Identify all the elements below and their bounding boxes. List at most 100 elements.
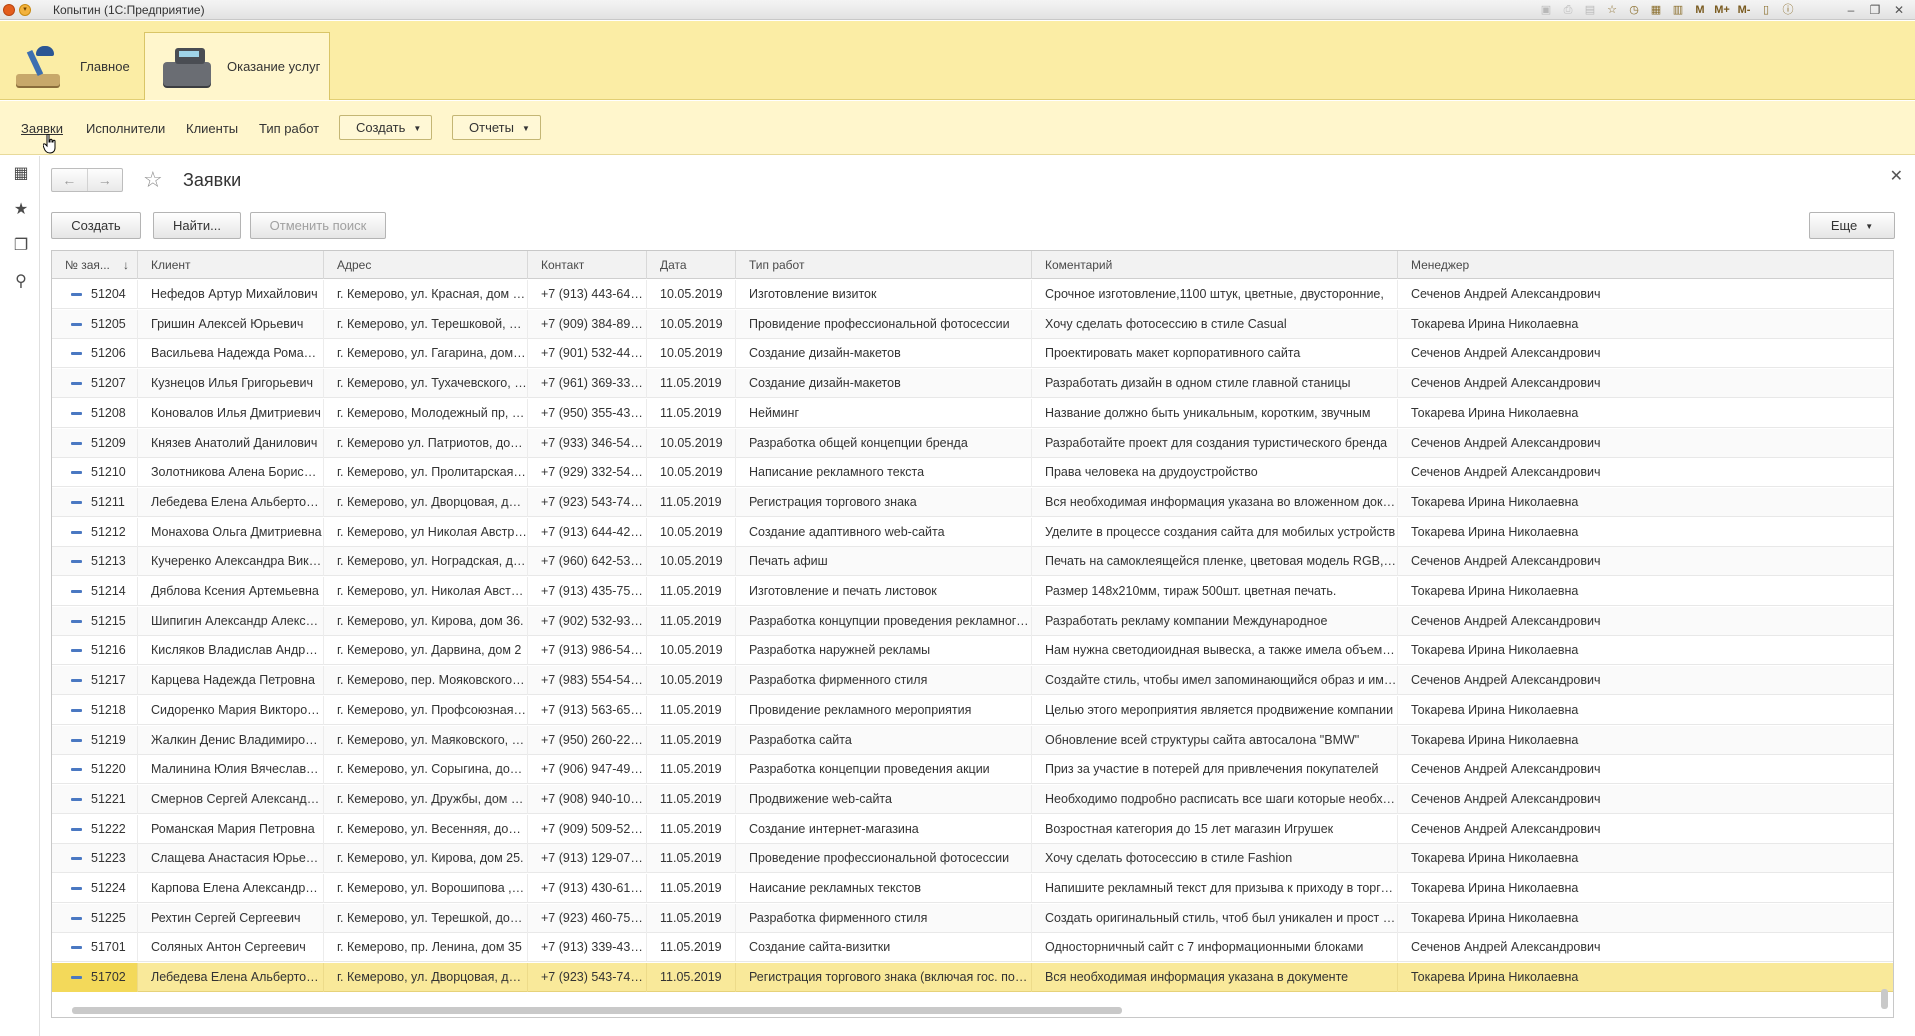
client-cell[interactable]: Васильева Надежда Романовна — [138, 339, 324, 369]
client-cell[interactable]: Малинина Юлия Вячеславовна — [138, 755, 324, 785]
table-row[interactable]: 51702 Лебедева Елена Альбертовна г. Кемеро… — [52, 963, 1893, 993]
app-logo-icon[interactable] — [3, 3, 15, 16]
contact-cell[interactable]: +7 (909) 384-89-30 — [528, 309, 647, 339]
client-cell[interactable]: Монахова Ольга Дмитриевна — [138, 517, 324, 547]
date-cell[interactable]: 10.05.2019 — [647, 280, 736, 309]
address-cell[interactable]: г. Кемерово, Молодежный пр, до... — [324, 398, 528, 428]
contact-cell[interactable]: +7 (933) 346-54-00 — [528, 428, 647, 458]
manager-cell[interactable]: Токарева Ирина Николаевна — [1398, 399, 1893, 428]
history-icon[interactable]: ◷ — [1625, 2, 1643, 18]
client-cell[interactable]: Лебедева Елена Альбертовна — [138, 963, 324, 993]
date-cell[interactable]: 11.05.2019 — [647, 844, 736, 874]
comment-cell[interactable]: Нам нужна светодиоидная вывеска, а также… — [1032, 636, 1398, 666]
address-cell[interactable]: г. Кемерово, пр. Ленина, дом 35 — [324, 933, 528, 963]
manager-cell[interactable]: Сеченов Андрей Александрович — [1398, 785, 1893, 814]
address-cell[interactable]: г. Кемерово, ул. Тухачевского, до... — [324, 369, 528, 399]
create-dropdown[interactable]: Создать ▼ — [339, 115, 433, 140]
contact-cell[interactable]: +7 (913) 129-07-95 — [528, 844, 647, 874]
contact-cell[interactable]: +7 (923) 543-74-99 — [528, 963, 647, 993]
manager-cell[interactable]: Токарева Ирина Николаевна — [1398, 577, 1893, 606]
date-cell[interactable]: 10.05.2019 — [647, 666, 736, 696]
header-col-address[interactable]: Адрес — [324, 251, 528, 279]
comment-cell[interactable]: Разработать рекламу компании Международн… — [1032, 606, 1398, 636]
vertical-scroll-thumb[interactable] — [1881, 989, 1888, 1009]
number-cell[interactable]: 51219 — [52, 725, 138, 755]
client-cell[interactable]: Нефедов Артур Михайлович — [138, 280, 324, 309]
number-cell[interactable]: 51211 — [52, 487, 138, 517]
client-cell[interactable]: Шипигин Александр Александ... — [138, 606, 324, 636]
date-cell[interactable]: 10.05.2019 — [647, 309, 736, 339]
number-cell[interactable]: 51225 — [52, 903, 138, 933]
address-cell[interactable]: г. Кемерово, ул. Кирова, дом 36. — [324, 606, 528, 636]
table-row[interactable]: 51224 Карпова Елена Александровна г. Кемер… — [52, 874, 1893, 903]
date-cell[interactable]: 10.05.2019 — [647, 458, 736, 488]
client-cell[interactable]: Жалкин Денис Владимирович — [138, 725, 324, 755]
number-cell[interactable]: 51216 — [52, 636, 138, 666]
work-type-cell[interactable]: Регистрация торгового знака — [736, 487, 1032, 517]
comment-cell[interactable]: Хочу сделать фотосессию в стиле Casual — [1032, 309, 1398, 339]
date-cell[interactable]: 11.05.2019 — [647, 725, 736, 755]
address-cell[interactable]: г. Кемерово, ул. Красная, дом 4/1. — [324, 280, 528, 309]
address-cell[interactable]: г. Кемерово, ул. Николая Австров... — [324, 577, 528, 606]
save-icon[interactable]: ▣ — [1537, 2, 1555, 18]
address-cell[interactable]: г. Кемерово, пер. Мояковского, д... — [324, 666, 528, 696]
address-cell[interactable]: г. Кемерово, ул. Дворцовая, дом 2. — [324, 963, 528, 993]
requests-table[interactable]: № зая... ↓ Клиент Адрес Контакт Дата Тип работ… — [51, 250, 1894, 1018]
forward-arrow-icon[interactable]: → — [86, 169, 123, 191]
table-row[interactable]: 51213 Кучеренко Александра Викто... г. Кем… — [52, 547, 1893, 577]
work-type-cell[interactable]: Изготовление и печать листовок — [736, 577, 1032, 606]
header-col-client[interactable]: Клиент — [138, 251, 324, 279]
create-button[interactable]: Создать — [51, 212, 141, 239]
date-cell[interactable]: 11.05.2019 — [647, 814, 736, 844]
date-cell[interactable]: 11.05.2019 — [647, 963, 736, 993]
work-type-cell[interactable]: Разработка концупции проведения рекламно… — [736, 606, 1032, 636]
client-cell[interactable]: Рехтин Сергей Сергеевич — [138, 903, 324, 933]
comment-cell[interactable]: Разработать дизайн в одном стиле главной… — [1032, 369, 1398, 399]
comment-cell[interactable]: Напишите рекламный текст для призыва к п… — [1032, 874, 1398, 903]
date-cell[interactable]: 11.05.2019 — [647, 874, 736, 903]
work-type-cell[interactable]: Разработка фирменного стиля — [736, 903, 1032, 933]
manager-cell[interactable]: Сеченов Андрей Александрович — [1398, 666, 1893, 695]
table-row[interactable]: 51209 Князев Анатолий Данилович г. Кемеров… — [52, 428, 1893, 458]
date-cell[interactable]: 11.05.2019 — [647, 784, 736, 814]
address-cell[interactable]: г. Кемерово, ул Николая Австров... — [324, 517, 528, 547]
manager-cell[interactable]: Сеченов Андрей Александрович — [1398, 933, 1893, 962]
manager-cell[interactable]: Сеченов Андрей Александрович — [1398, 339, 1893, 368]
address-cell[interactable]: г. Кемерово, ул. Ворошипова , до... — [324, 874, 528, 903]
work-type-cell[interactable]: Изготовление визиток — [736, 280, 1032, 309]
contact-cell[interactable]: +7 (906) 947-49-99 — [528, 755, 647, 785]
number-cell[interactable]: 51213 — [52, 547, 138, 577]
panels-icon[interactable]: ▯ — [1757, 2, 1775, 18]
client-cell[interactable]: Соляных Антон Сергеевич — [138, 933, 324, 963]
number-cell[interactable]: 51207 — [52, 369, 138, 399]
comment-cell[interactable]: Печать на самоклеящейся пленке, цветовая… — [1032, 547, 1398, 577]
table-row[interactable]: 51218 Сидоренко Мария Викторовна г. Кемеро… — [52, 695, 1893, 725]
table-row[interactable]: 51210 Золотникова Алена Борисовна г. Кемер… — [52, 458, 1893, 488]
header-col-number[interactable]: № зая... ↓ — [52, 251, 138, 279]
favorites-star-icon[interactable]: ★ — [11, 200, 31, 220]
date-cell[interactable]: 11.05.2019 — [647, 695, 736, 725]
sections-grid-icon[interactable]: ▦ — [11, 164, 31, 184]
client-cell[interactable]: Лебедева Елена Альбертовна — [138, 487, 324, 517]
comment-cell[interactable]: Обновление всей структуры сайта автосало… — [1032, 725, 1398, 755]
comment-cell[interactable]: Разработайте проект для создания туристи… — [1032, 428, 1398, 458]
work-type-cell[interactable]: Создание интернет-магазина — [736, 814, 1032, 844]
address-cell[interactable]: г. Кемерово, ул. Ноградская, дом... — [324, 547, 528, 577]
horizontal-scrollbar[interactable] — [72, 1005, 1882, 1015]
work-type-cell[interactable]: Разработка наружней рекламы — [736, 636, 1032, 666]
back-arrow-icon[interactable]: ← — [52, 169, 87, 191]
work-type-cell[interactable]: Разработка фирменного стиля — [736, 666, 1032, 696]
manager-cell[interactable]: Токарева Ирина Николаевна — [1398, 488, 1893, 517]
search-icon[interactable]: ⚲ — [11, 272, 31, 292]
number-cell[interactable]: 51224 — [52, 874, 138, 903]
work-type-cell[interactable]: Создание дизайн-макетов — [736, 339, 1032, 369]
client-cell[interactable]: Золотникова Алена Борисовна — [138, 458, 324, 488]
section-services[interactable]: Оказание услуг — [144, 32, 330, 100]
restore-icon[interactable]: ❐ — [1863, 0, 1887, 20]
address-cell[interactable]: г. Кемерово, ул. Сорыгина, дом 8. — [324, 755, 528, 785]
horizontal-scroll-thumb[interactable] — [72, 1007, 1122, 1014]
manager-cell[interactable]: Токарева Ирина Николаевна — [1398, 963, 1893, 992]
memory-plus-button[interactable]: M+ — [1713, 2, 1731, 18]
work-type-cell[interactable]: Создание дизайн-макетов — [736, 369, 1032, 399]
date-cell[interactable]: 11.05.2019 — [647, 903, 736, 933]
